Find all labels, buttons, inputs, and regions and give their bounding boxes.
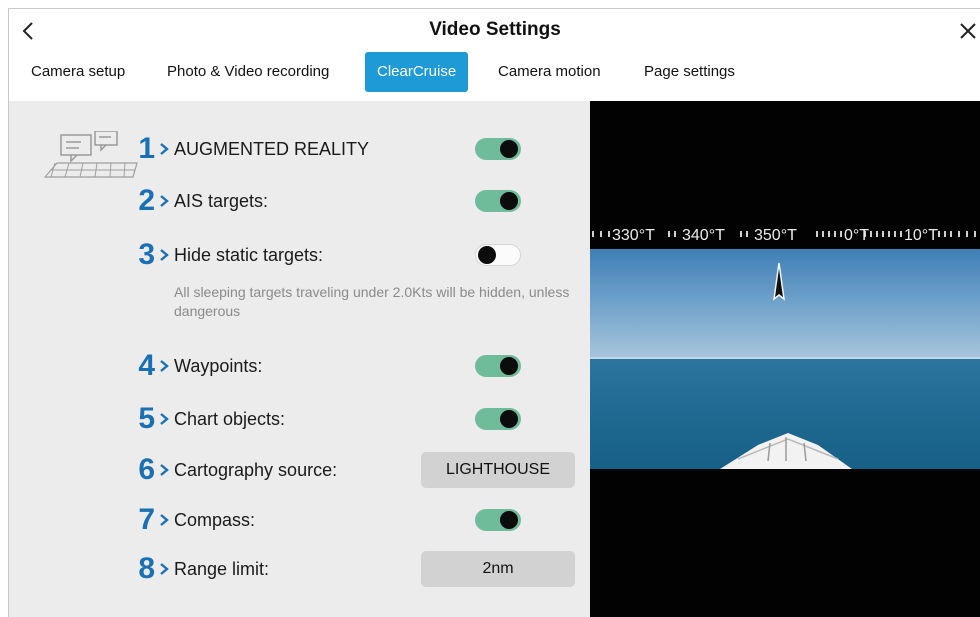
- close-button[interactable]: [953, 17, 980, 45]
- tab-bar: Camera setup Photo & Video recording Cle…: [9, 49, 980, 95]
- augmented-reality-label: AUGMENTED REALITY: [174, 139, 370, 159]
- cartography-source-button[interactable]: LIGHTHOUSE: [421, 452, 575, 488]
- chart-objects-row: 5 Chart objects:: [9, 399, 590, 439]
- compass-label: Compass:: [174, 510, 256, 530]
- chevron-right-icon: [160, 514, 169, 526]
- camera-preview: 330°T 340°T 350°T 0°T 10°T: [590, 101, 980, 617]
- compass-toggle[interactable]: [475, 509, 521, 531]
- ais-targets-toggle[interactable]: [475, 190, 521, 212]
- ais-targets-label: AIS targets:: [174, 191, 269, 211]
- cartography-source-row: 6 Cartography source: LIGHTHOUSE: [9, 450, 590, 490]
- callout-number: 6: [138, 453, 155, 486]
- boat-bow-image: [720, 433, 852, 469]
- compass-tick-label: 330°T: [612, 227, 655, 244]
- chevron-right-icon: [160, 563, 169, 575]
- tab-camera-setup[interactable]: Camera setup: [19, 52, 137, 92]
- tab-camera-motion[interactable]: Camera motion: [486, 52, 613, 92]
- callout-number: 7: [138, 503, 155, 536]
- chevron-right-icon: [160, 360, 169, 372]
- chevron-right-icon: [160, 249, 169, 261]
- clearcruise-settings-panel: 1 AUGMENTED REALITY 2 AIS targets: 3 Hid…: [9, 101, 590, 617]
- toggle-knob: [500, 511, 518, 529]
- video-settings-dialog: Video Settings Camera setup Photo & Vide…: [8, 8, 980, 617]
- augmented-reality-row: 1 AUGMENTED REALITY: [9, 129, 590, 169]
- compass-tick-label: 350°T: [754, 227, 797, 244]
- compass-tick-label: 340°T: [682, 227, 725, 244]
- range-limit-label: Range limit:: [174, 559, 270, 579]
- callout-number: 5: [138, 402, 155, 435]
- chart-objects-toggle[interactable]: [475, 408, 521, 430]
- range-limit-button[interactable]: 2nm: [421, 551, 575, 587]
- tab-photo-video-recording[interactable]: Photo & Video recording: [155, 52, 341, 92]
- callout-number: 4: [138, 349, 155, 382]
- waypoints-toggle[interactable]: [475, 355, 521, 377]
- heading-marker-icon: [772, 262, 786, 301]
- toggle-knob: [500, 357, 518, 375]
- hide-static-targets-toggle[interactable]: [475, 244, 521, 266]
- hide-static-targets-label: Hide static targets:: [174, 245, 324, 265]
- callout-number: 2: [138, 184, 155, 217]
- callout-number: 1: [138, 132, 155, 165]
- toggle-knob: [500, 410, 518, 428]
- hide-static-targets-row: 3 Hide static targets:: [9, 235, 590, 275]
- toggle-knob: [478, 246, 496, 264]
- tab-page-settings[interactable]: Page settings: [632, 52, 747, 92]
- compass-tick-label: 0°T: [844, 227, 869, 244]
- chevron-right-icon: [160, 143, 169, 155]
- toggle-knob: [500, 140, 518, 158]
- toggle-knob: [500, 192, 518, 210]
- compass-tick-label: 10°T: [904, 227, 938, 244]
- title-bar: Video Settings: [9, 9, 980, 53]
- tab-clearcruise[interactable]: ClearCruise: [365, 52, 469, 92]
- callout-number: 3: [138, 238, 155, 271]
- waypoints-row: 4 Waypoints:: [9, 346, 590, 386]
- chart-objects-label: Chart objects:: [174, 409, 286, 429]
- waypoints-label: Waypoints:: [174, 356, 263, 376]
- hide-static-targets-hint: All sleeping targets traveling under 2.0…: [174, 284, 570, 319]
- close-icon: [960, 23, 976, 39]
- chevron-right-icon: [160, 464, 169, 476]
- compass-row: 7 Compass:: [9, 500, 590, 540]
- callout-number: 8: [138, 552, 155, 585]
- range-limit-row: 8 Range limit: 2nm: [9, 549, 590, 589]
- chevron-right-icon: [160, 195, 169, 207]
- chevron-right-icon: [160, 413, 169, 425]
- cartography-source-label: Cartography source:: [174, 460, 338, 480]
- compass-heading-strip: 330°T 340°T 350°T 0°T 10°T: [592, 227, 976, 244]
- augmented-reality-toggle[interactable]: [475, 138, 521, 160]
- page-title: Video Settings: [429, 19, 561, 40]
- ais-targets-row: 2 AIS targets:: [9, 181, 590, 221]
